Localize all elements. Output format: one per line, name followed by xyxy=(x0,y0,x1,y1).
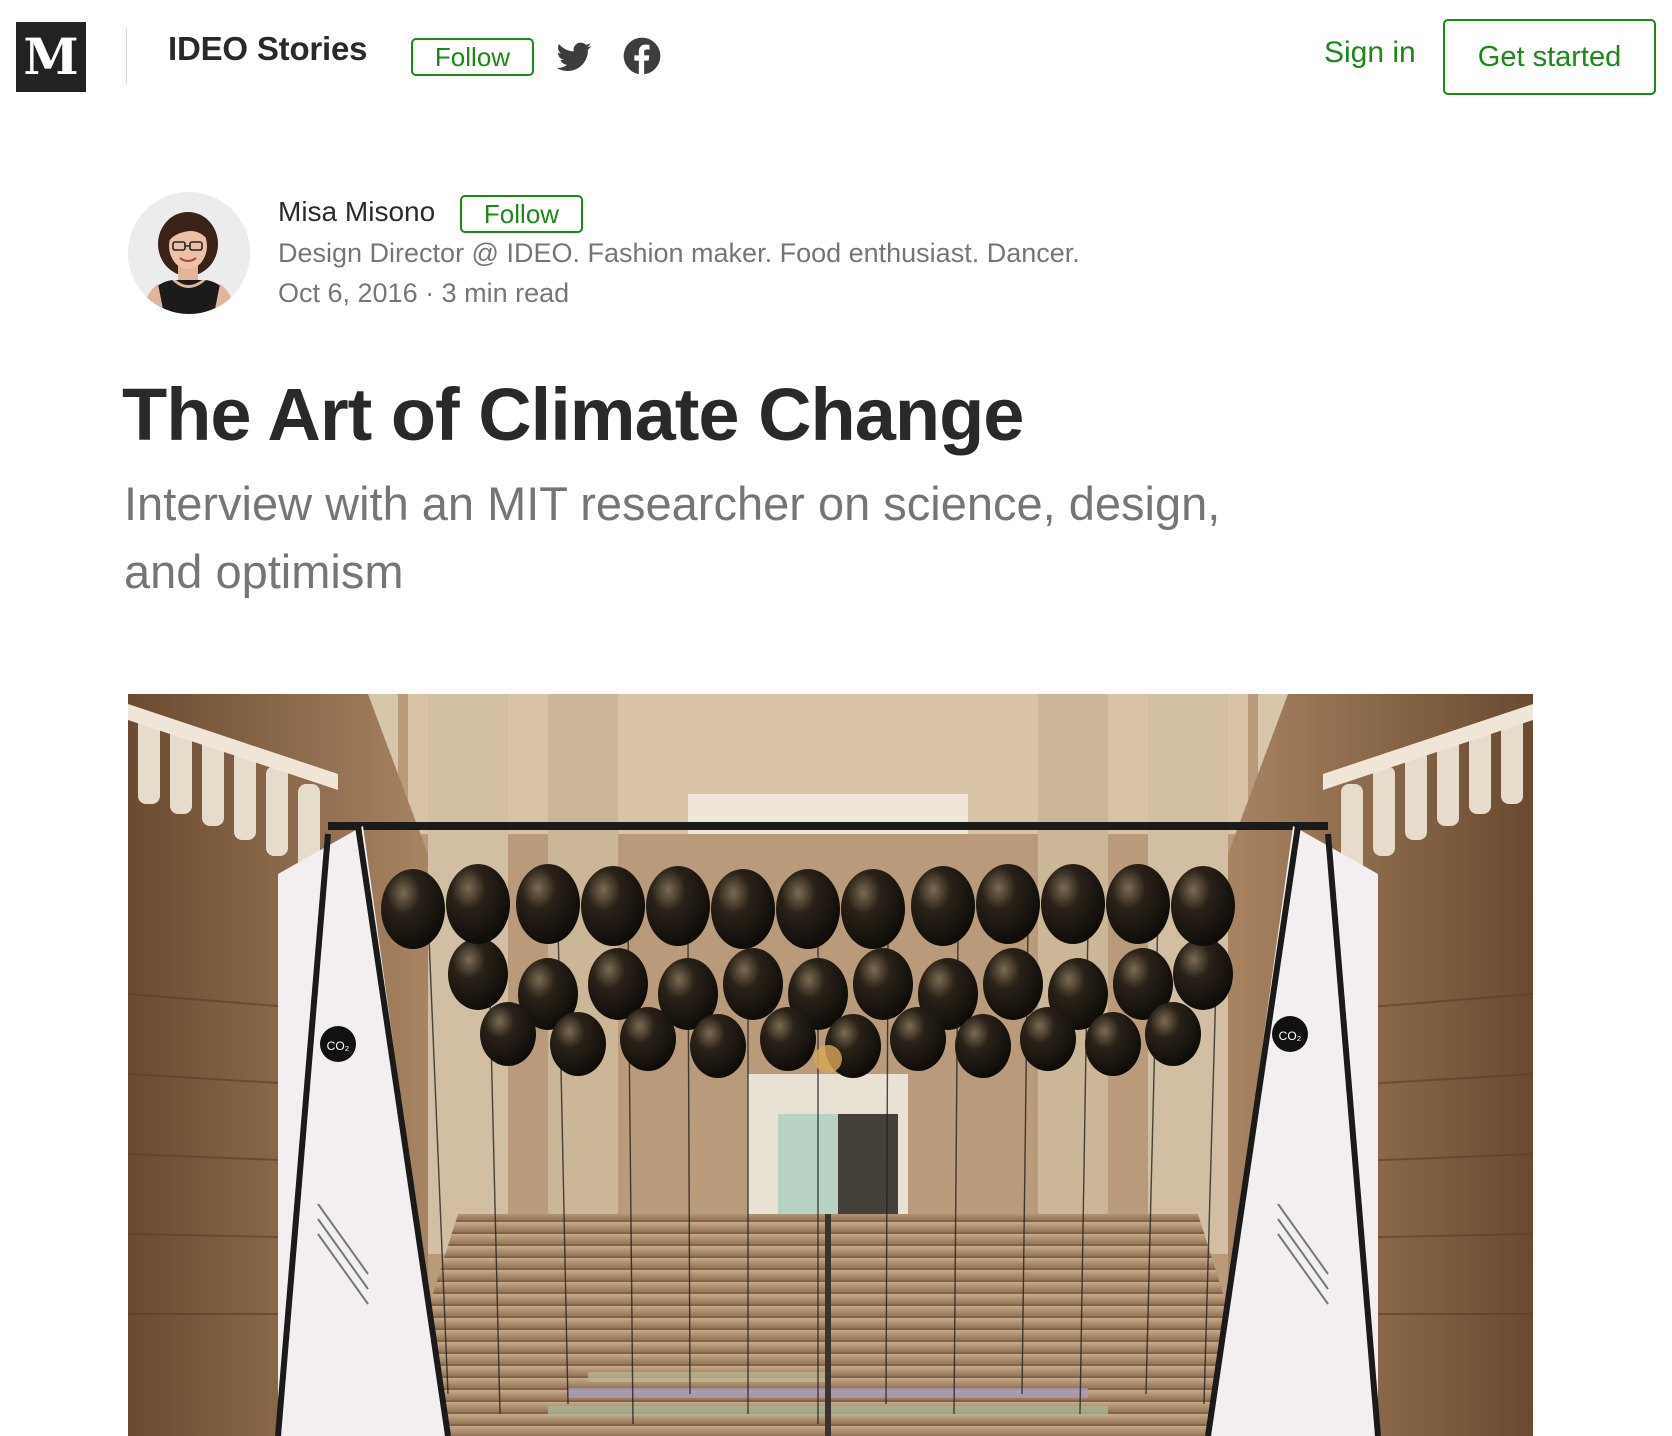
top-navigation-bar: M IDEO Stories Follow Sign in Get starte… xyxy=(0,0,1672,116)
sign-in-link[interactable]: Sign in xyxy=(1324,36,1416,70)
read-time: 3 min read xyxy=(441,278,570,308)
author-bio: Design Director @ IDEO. Fashion maker. F… xyxy=(278,238,1080,268)
article-subtitle: Interview with an MIT researcher on scie… xyxy=(124,477,1221,598)
follow-author-button[interactable]: Follow xyxy=(460,195,583,233)
publication-name[interactable]: IDEO Stories xyxy=(168,30,368,68)
svg-text:CO₂: CO₂ xyxy=(1279,1029,1302,1043)
get-started-button[interactable]: Get started xyxy=(1443,19,1656,95)
author-avatar[interactable] xyxy=(128,192,250,314)
hero-image[interactable]: CO₂ CO₂ xyxy=(128,694,1533,1436)
svg-text:CO₂: CO₂ xyxy=(327,1039,350,1053)
header-divider xyxy=(126,28,127,84)
twitter-icon[interactable] xyxy=(554,36,594,76)
medium-logo[interactable]: M xyxy=(16,22,86,92)
meta-separator: · xyxy=(425,278,435,308)
follow-publication-button[interactable]: Follow xyxy=(411,38,534,76)
author-portrait-icon xyxy=(128,192,250,314)
post-date: Oct 6, 2016 xyxy=(278,278,418,308)
facebook-icon[interactable] xyxy=(622,36,662,76)
author-name[interactable]: Misa Misono xyxy=(278,196,435,228)
balloon-installation-photo: CO₂ CO₂ xyxy=(128,694,1533,1436)
article-title: The Art of Climate Change xyxy=(122,373,1024,456)
post-meta: Oct 6, 2016 · 3 min read xyxy=(278,278,569,309)
